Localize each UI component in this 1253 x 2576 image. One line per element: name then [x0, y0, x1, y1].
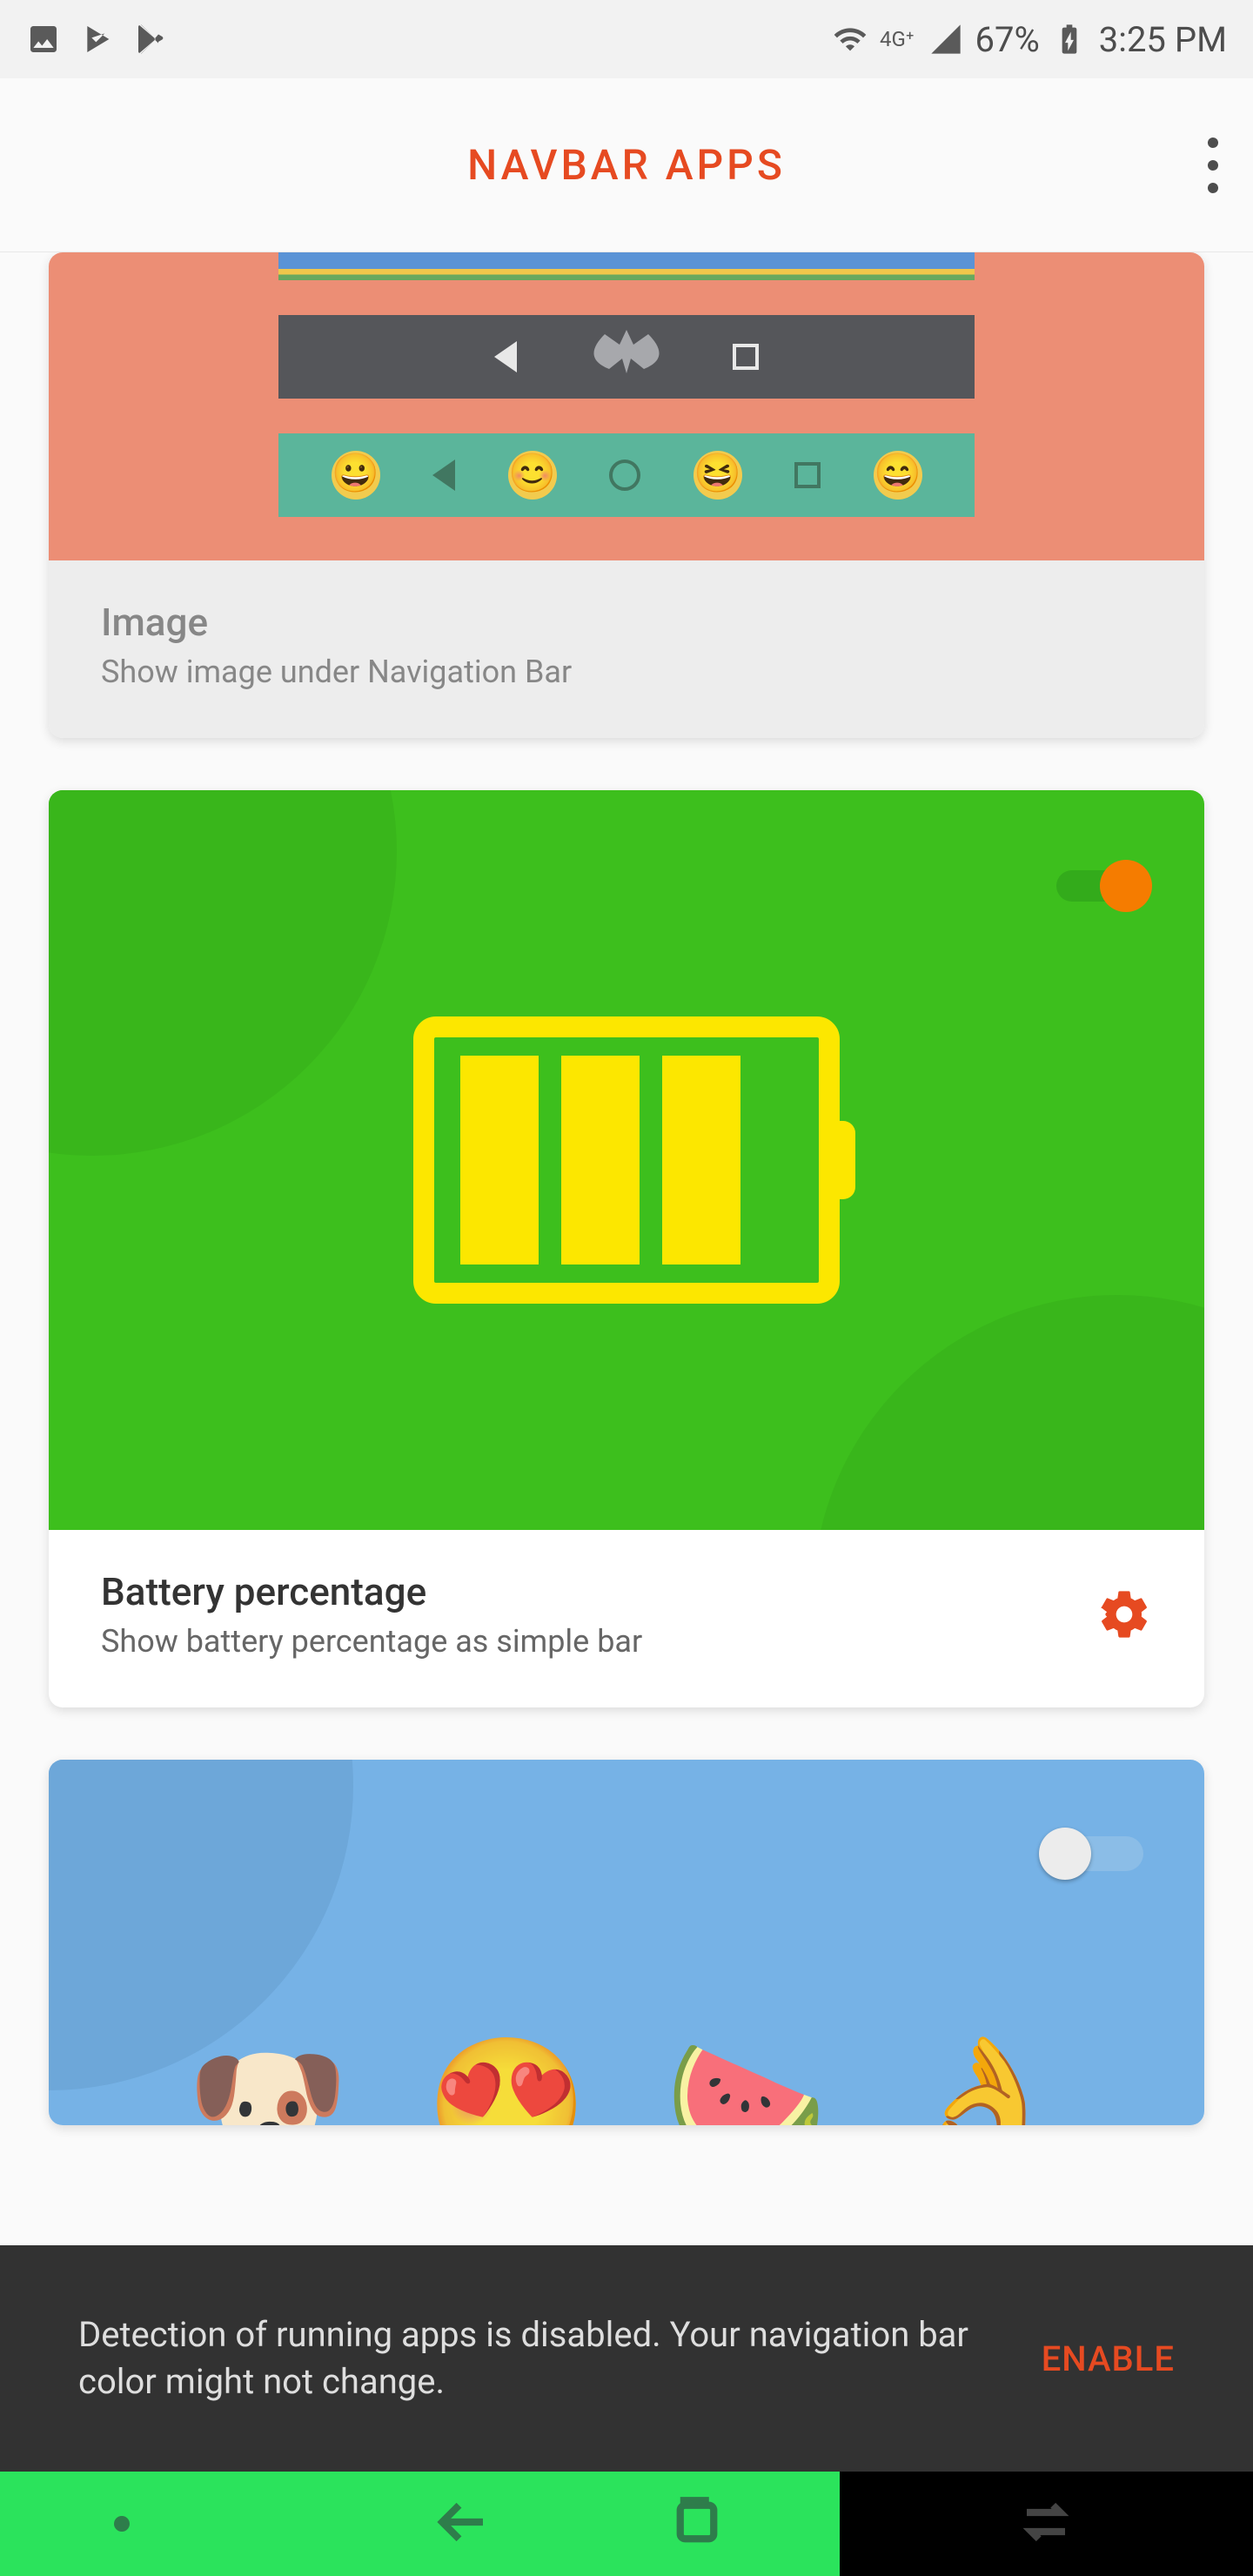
- verified-icon: [80, 22, 115, 57]
- emoji-icon: [508, 451, 557, 500]
- battery-charging-icon: [1052, 22, 1087, 57]
- sample-navbar-batman: [278, 315, 975, 399]
- sample-navbar-colored: [278, 252, 975, 280]
- nav-back-button[interactable]: [435, 2493, 492, 2554]
- battery-toggle[interactable]: [1056, 864, 1152, 908]
- play-store-icon: [134, 22, 169, 57]
- back-arrow-icon: [435, 2493, 492, 2551]
- sample-navbar-emoji: [278, 433, 975, 517]
- gallery-icon: [26, 22, 61, 57]
- switch-icon: [1017, 2493, 1075, 2551]
- emoji-icon: [874, 451, 922, 500]
- card-emoji[interactable]: 🐶 😍 🍉 👌: [49, 1760, 1204, 2125]
- app-title: NAVBAR APPS: [467, 140, 786, 190]
- card-image[interactable]: Image Show image under Navigation Bar: [49, 252, 1204, 738]
- system-nav-bar: [0, 2472, 1253, 2576]
- wifi-icon: [833, 22, 868, 57]
- card-battery-subtitle: Show battery percentage as simple bar: [101, 1623, 1096, 1660]
- nav-recent-button[interactable]: [668, 2493, 726, 2554]
- battery-settings-button[interactable]: [1096, 1587, 1152, 1642]
- card-battery-hero: [49, 790, 1204, 1530]
- status-bar: 4G⁺ 67% 3:25 PM: [0, 0, 1253, 78]
- heart-eyes-emoji-icon: 😍: [425, 2041, 588, 2126]
- emoji-icon: [332, 451, 380, 500]
- dog-emoji-icon: 🐶: [186, 2041, 349, 2126]
- battery-illustration-icon: [413, 1016, 840, 1304]
- card-image-body: Image Show image under Navigation Bar: [49, 560, 1204, 738]
- content-scroll[interactable]: Image Show image under Navigation Bar Ba…: [0, 252, 1253, 2245]
- card-battery[interactable]: Battery percentage Show battery percenta…: [49, 790, 1204, 1707]
- recent-apps-icon: [668, 2493, 726, 2551]
- snackbar-enable-button[interactable]: ENABLE: [1042, 2338, 1175, 2379]
- snackbar-message: Detection of running apps is disabled. Y…: [78, 2311, 1042, 2405]
- nav-switch-button[interactable]: [1017, 2493, 1075, 2554]
- card-emoji-hero: 🐶 😍 🍉 👌: [49, 1760, 1204, 2125]
- watermelon-emoji-icon: 🍉: [665, 2041, 828, 2126]
- nav-indicator-dot: [114, 2516, 130, 2532]
- battery-percent-label: 67%: [975, 19, 1040, 60]
- card-image-hero: [49, 252, 1204, 560]
- more-options-button[interactable]: [1208, 138, 1218, 193]
- emoji-icon: [694, 451, 742, 500]
- batman-icon: [566, 325, 687, 378]
- app-bar: NAVBAR APPS: [0, 78, 1253, 252]
- snackbar: Detection of running apps is disabled. Y…: [0, 2245, 1253, 2472]
- card-battery-body: Battery percentage Show battery percenta…: [49, 1530, 1204, 1707]
- network-type-label: 4G⁺: [880, 27, 915, 51]
- card-image-subtitle: Show image under Navigation Bar: [101, 654, 1152, 690]
- signal-icon: [928, 22, 963, 57]
- ok-hand-emoji-icon: 👌: [904, 2041, 1067, 2126]
- card-battery-title: Battery percentage: [101, 1569, 1096, 1614]
- card-image-title: Image: [101, 600, 1152, 645]
- clock-label: 3:25 PM: [1099, 19, 1227, 60]
- emoji-toggle[interactable]: [1039, 1829, 1143, 1873]
- gear-icon: [1096, 1587, 1152, 1642]
